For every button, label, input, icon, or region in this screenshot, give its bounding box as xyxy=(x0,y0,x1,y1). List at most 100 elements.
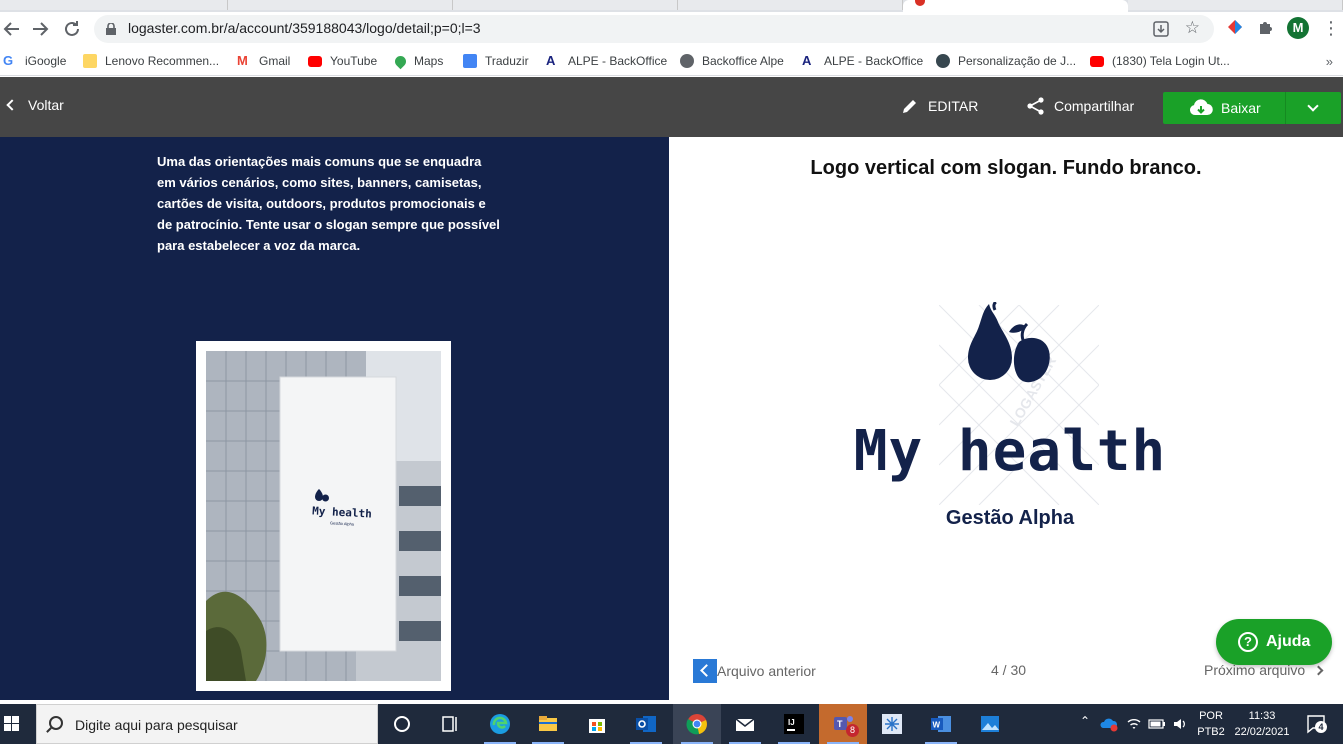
previous-file-link[interactable]: Arquivo anterior xyxy=(693,659,816,683)
logo-preview-panel: Logo vertical com slogan. Fundo branco. … xyxy=(669,137,1343,700)
bookmark-item[interactable]: (1830) Tela Login Ut... xyxy=(1090,53,1230,69)
bookmark-item[interactable]: A ALPE - BackOffice xyxy=(802,53,923,69)
svg-text:IJ: IJ xyxy=(788,718,795,727)
profile-avatar[interactable]: M xyxy=(1287,17,1309,39)
browser-menu-icon[interactable]: ⋮ xyxy=(1322,18,1340,39)
bookmark-item[interactable]: Personalização de J... xyxy=(936,53,1076,69)
taskbar-outlook[interactable] xyxy=(622,704,670,744)
bookmark-item[interactable]: Traduzir xyxy=(463,53,529,69)
bookmark-item[interactable]: Lenovo Recommen... xyxy=(83,53,219,69)
taskbar-mail[interactable] xyxy=(721,704,769,744)
taskbar-teams[interactable]: T 8 xyxy=(819,704,867,744)
bookmark-star-icon[interactable]: ☆ xyxy=(1185,18,1200,38)
install-download-icon[interactable] xyxy=(1152,20,1170,38)
outlook-icon xyxy=(636,716,656,732)
url-text: logaster.com.br/a/account/359188043/logo… xyxy=(128,20,481,36)
edit-button[interactable]: EDITAR xyxy=(900,96,978,116)
taskbar-photos[interactable] xyxy=(966,704,1014,744)
word-icon: W xyxy=(931,716,951,732)
logo-wordmark: My health xyxy=(853,419,1167,484)
notification-center-button[interactable]: 4 xyxy=(1306,714,1328,734)
chevron-right-icon xyxy=(1313,665,1324,675)
bookmark-label: Backoffice Alpe xyxy=(702,54,784,68)
taskbar-store[interactable] xyxy=(573,704,621,744)
question-icon: ? xyxy=(1238,632,1258,652)
volume-icon[interactable] xyxy=(1172,716,1188,732)
browser-tab[interactable] xyxy=(678,0,903,10)
download-options-dropdown[interactable] xyxy=(1286,92,1341,124)
teams-badge: 8 xyxy=(846,724,859,737)
taskbar-word[interactable]: W xyxy=(917,704,965,744)
snowflake-icon xyxy=(882,714,902,734)
bookmark-label: ALPE - BackOffice xyxy=(824,54,924,68)
back-arrow-icon[interactable] xyxy=(0,17,24,41)
tab-favicon-icon xyxy=(915,0,925,6)
edit-label: EDITAR xyxy=(928,98,979,114)
taskbar-chrome[interactable] xyxy=(673,704,721,744)
bookmark-item[interactable]: YouTube xyxy=(308,53,377,69)
reload-icon[interactable] xyxy=(60,17,84,41)
mockup-preview[interactable]: My health Gestão Alpha xyxy=(196,341,451,691)
help-label: Ajuda xyxy=(1266,633,1311,650)
building-banner-photo: My health Gestão Alpha xyxy=(206,351,441,681)
wifi-icon[interactable] xyxy=(1126,716,1142,732)
bookmark-item[interactable]: Maps xyxy=(392,53,444,69)
input-language[interactable]: POR PTB2 xyxy=(1196,708,1226,740)
bookmark-label: Gmail xyxy=(259,54,291,68)
taskbar-clock[interactable]: 11:33 22/02/2021 xyxy=(1232,708,1292,740)
taskbar-edge[interactable] xyxy=(476,704,524,744)
back-button[interactable]: Voltar xyxy=(6,97,64,113)
translate-icon xyxy=(463,54,477,68)
browser-tab[interactable] xyxy=(0,0,228,10)
gmail-icon: M xyxy=(237,53,248,68)
help-button[interactable]: ? Ajuda xyxy=(1216,619,1332,665)
chevron-left-icon[interactable] xyxy=(693,659,717,683)
task-view-button[interactable] xyxy=(426,704,474,744)
download-label: Baixar xyxy=(1221,100,1261,116)
site-icon xyxy=(936,54,950,68)
forward-arrow-icon[interactable] xyxy=(28,17,52,41)
bookmark-item[interactable]: M Gmail xyxy=(237,53,290,69)
cortana-circle-icon xyxy=(394,716,410,732)
clock-time: 11:33 xyxy=(1248,710,1276,722)
download-button[interactable]: Baixar xyxy=(1163,92,1285,124)
task-view-icon xyxy=(442,716,457,732)
search-placeholder: Digite aqui para pesquisar xyxy=(75,717,238,733)
bookmark-item[interactable]: GiGoogle xyxy=(3,53,66,69)
browser-tab[interactable] xyxy=(1128,0,1343,10)
address-bar[interactable]: logaster.com.br/a/account/359188043/logo… xyxy=(94,15,1214,43)
bookmark-item[interactable]: Backoffice Alpe xyxy=(680,53,784,69)
extensions-puzzle-icon[interactable] xyxy=(1256,17,1276,37)
taskbar-intellij[interactable]: IJ xyxy=(770,704,818,744)
pear-apple-logo-icon xyxy=(968,302,1050,383)
store-bag-icon xyxy=(589,719,605,733)
taskbar-file-explorer[interactable] xyxy=(524,704,572,744)
windows-start-button[interactable] xyxy=(0,704,36,744)
browser-tab[interactable] xyxy=(228,0,453,10)
browser-tab-active[interactable] xyxy=(903,0,1128,12)
taskbar-snip[interactable] xyxy=(868,704,916,744)
extension-diamond-icon[interactable] xyxy=(1225,17,1245,37)
share-button[interactable]: Compartilhar xyxy=(1026,96,1134,116)
taskbar-search-box[interactable]: Digite aqui para pesquisar xyxy=(36,704,378,744)
bookmark-label: Traduzir xyxy=(485,54,529,68)
onedrive-error-icon[interactable] xyxy=(1100,716,1118,732)
keyboard-layout: PTB2 xyxy=(1197,726,1225,738)
chevron-left-icon xyxy=(6,99,18,111)
svg-text:W: W xyxy=(933,721,941,730)
chevron-up-icon[interactable]: ⌃ xyxy=(1080,714,1090,728)
bookmark-label: ALPE - BackOffice xyxy=(568,54,668,68)
bookmark-item[interactable]: A ALPE - BackOffice xyxy=(546,53,667,69)
windows-taskbar: Digite aqui para pesquisar IJ T 8 W ⌃ PO… xyxy=(0,704,1343,744)
system-tray: ⌃ xyxy=(1076,704,1194,744)
browser-tab[interactable] xyxy=(453,0,678,10)
file-counter: 4 / 30 xyxy=(991,662,1027,678)
cortana-button[interactable] xyxy=(378,704,426,744)
bookmark-label: Maps xyxy=(414,54,444,68)
pencil-icon xyxy=(903,98,918,113)
battery-icon[interactable] xyxy=(1148,717,1166,731)
alpe-icon: A xyxy=(802,53,812,68)
browser-toolbar: logaster.com.br/a/account/359188043/logo… xyxy=(0,12,1343,46)
bookmarks-overflow-icon[interactable]: » xyxy=(1326,54,1333,69)
bookmark-label: (1830) Tela Login Ut... xyxy=(1112,54,1230,68)
